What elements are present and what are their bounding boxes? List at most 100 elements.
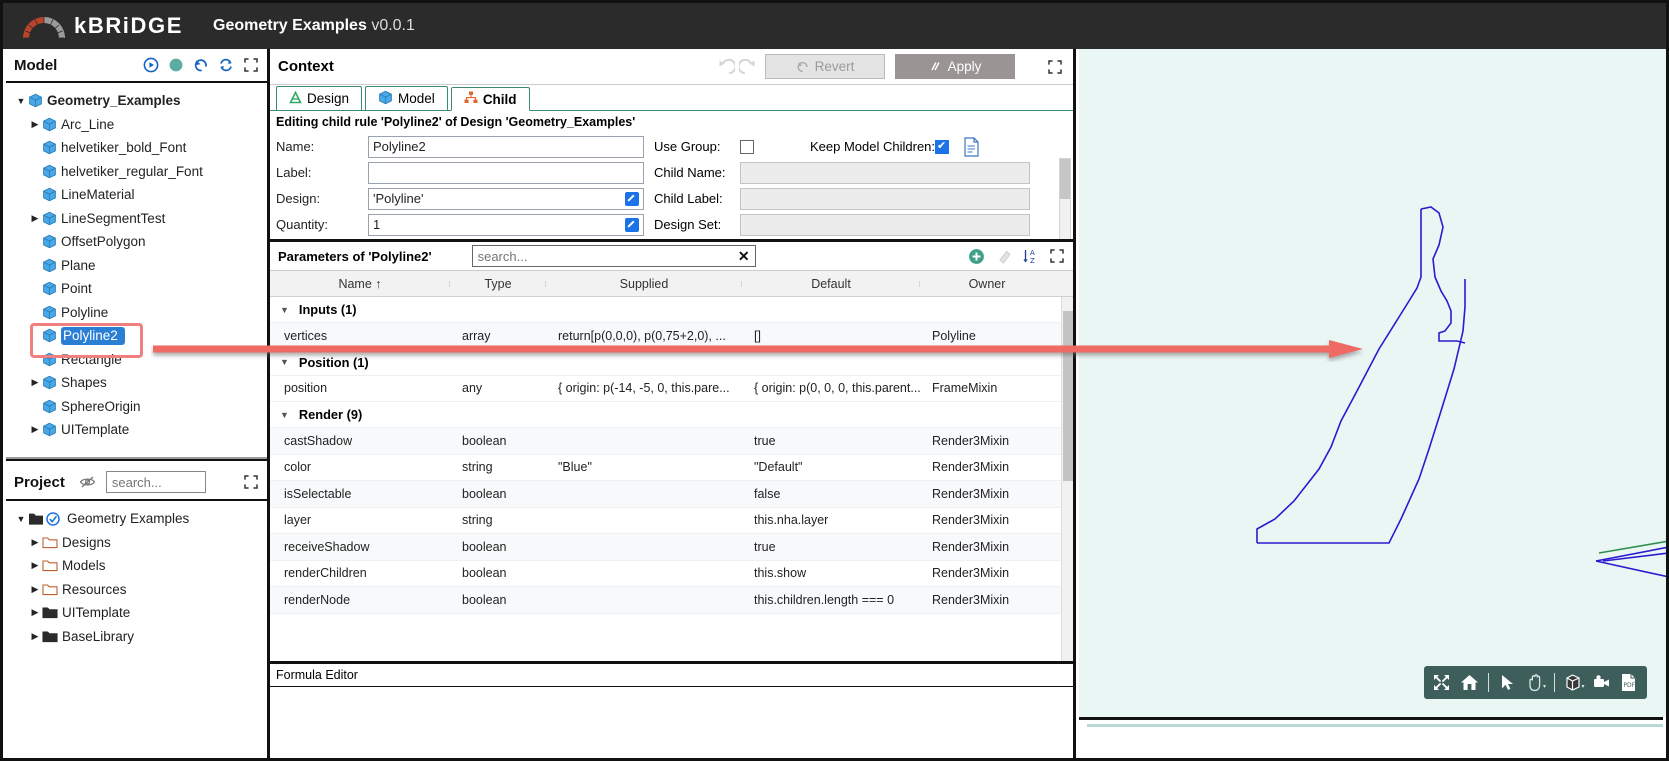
name-input[interactable]: Polyline2 xyxy=(368,135,644,158)
eraser-icon[interactable] xyxy=(995,248,1011,264)
model-tree-item-arc_line[interactable]: ▶ Arc_Line xyxy=(6,113,267,137)
fit-to-screen-icon[interactable] xyxy=(1432,673,1451,692)
form-scrollbar-thumb[interactable] xyxy=(1060,159,1070,199)
table-row[interactable]: layer string this.nha.layer Render3Mixin xyxy=(270,508,1073,534)
use-group-checkbox[interactable] xyxy=(740,139,754,154)
eye-slash-icon[interactable] xyxy=(79,475,96,489)
pan-hand-icon[interactable] xyxy=(1526,673,1546,692)
project-tree-item-label: Designs xyxy=(62,534,111,550)
expand-icon[interactable] xyxy=(243,57,259,73)
cursor-arrow-icon[interactable] xyxy=(1498,673,1517,692)
model-tree-item-shapes[interactable]: ▶ Shapes xyxy=(6,371,267,395)
project-tree-item-resources[interactable]: ▶ Resources xyxy=(6,578,267,602)
model-tree-item-geometry_examples[interactable]: ▼ Geometry_Examples xyxy=(6,89,267,113)
chevron-down-icon[interactable]: ▼ xyxy=(280,410,289,420)
context-tabs[interactable]: Design Model Child xyxy=(270,85,1073,111)
tree-twisty-collapsed[interactable]: ▶ xyxy=(28,213,42,224)
project-tree-item-baselibrary[interactable]: ▶ BaseLibrary xyxy=(6,625,267,649)
table-row[interactable]: isSelectable boolean false Render3Mixin xyxy=(270,481,1073,508)
viewport-toolbar[interactable]: PDF xyxy=(1424,666,1647,699)
apply-button[interactable]: Apply xyxy=(895,54,1015,79)
tab-child[interactable]: Child xyxy=(450,87,530,111)
redo-icon[interactable] xyxy=(737,58,755,75)
model-tree-item-helvetiker_bold_font[interactable]: helvetiker_bold_Font xyxy=(6,136,267,160)
parameters-expand-icon[interactable] xyxy=(1049,248,1065,264)
parameters-search-input[interactable] xyxy=(477,248,738,264)
revert-button[interactable]: Revert xyxy=(765,54,885,79)
model-tree-item-linematerial[interactable]: LineMaterial xyxy=(6,183,267,207)
tree-twisty-expanded[interactable]: ▼ xyxy=(14,514,28,524)
model-tree-item-uitemplate[interactable]: ▶ UITemplate xyxy=(6,418,267,442)
column-header-type[interactable]: Type xyxy=(450,277,546,291)
table-row[interactable]: position any { origin: p(-14, -5, 0, this.… xyxy=(270,376,1073,402)
tree-twisty-collapsed[interactable]: ▶ xyxy=(28,560,42,571)
column-header-owner[interactable]: Owner xyxy=(920,277,1054,291)
cube-view-icon[interactable] xyxy=(1564,673,1585,692)
project-tree-item-models[interactable]: ▶ Models xyxy=(6,554,267,578)
tree-twisty-collapsed[interactable]: ▶ xyxy=(28,119,42,130)
chevron-down-icon[interactable]: ▼ xyxy=(280,305,289,315)
project-search-input[interactable] xyxy=(105,471,206,493)
tree-twisty-collapsed[interactable]: ▶ xyxy=(28,424,42,435)
table-row[interactable]: renderNode boolean this.children.length ==… xyxy=(270,587,1073,614)
play-circle-icon[interactable] xyxy=(143,57,159,73)
child-label-input[interactable] xyxy=(740,187,1030,210)
history-revert-icon[interactable] xyxy=(193,57,209,73)
table-row[interactable]: castShadow boolean true Render3Mixin xyxy=(270,428,1073,455)
parameter-group-header[interactable]: ▼ Render (9) xyxy=(270,402,1073,428)
model-tree[interactable]: ▼ Geometry_Examples ▶ Arc_Line helvetiker_bo… xyxy=(6,83,267,459)
project-tree-item-uitemplate[interactable]: ▶ UITemplate xyxy=(6,601,267,625)
table-row[interactable]: color string "Blue" "Default" Render3Mixin xyxy=(270,455,1073,481)
model-tree-item-polyline[interactable]: Polyline xyxy=(6,301,267,325)
context-expand-icon[interactable] xyxy=(1047,59,1063,75)
sort-az-icon[interactable]: AZ xyxy=(1022,248,1038,265)
model-tree-item-offsetpolygon[interactable]: OffsetPolygon xyxy=(6,230,267,254)
tree-twisty-collapsed[interactable]: ▶ xyxy=(28,537,42,548)
model-tree-item-sphereorigin[interactable]: SphereOrigin xyxy=(6,395,267,419)
record-dot-icon[interactable] xyxy=(168,57,184,73)
design-set-input[interactable] xyxy=(740,213,1030,236)
tree-twisty-expanded[interactable]: ▼ xyxy=(14,96,28,106)
refresh-icon[interactable] xyxy=(218,57,234,73)
param-supplied[interactable]: "Blue" xyxy=(546,460,742,474)
add-circle-icon[interactable] xyxy=(968,248,984,264)
project-tree-item-geometry-examples[interactable]: ▼ Geometry Examples xyxy=(6,507,267,531)
child-name-input[interactable] xyxy=(740,161,1030,184)
pdf-export-icon[interactable]: PDF xyxy=(1620,673,1639,692)
model-tree-item-helvetiker_regular_font[interactable]: helvetiker_regular_Font xyxy=(6,160,267,184)
column-header-supplied[interactable]: Supplied xyxy=(546,277,742,291)
parameters-scrollbar-thumb[interactable] xyxy=(1062,311,1073,481)
tab-model[interactable]: Model xyxy=(365,86,448,110)
3d-viewport[interactable]: PDF xyxy=(1079,49,1666,717)
column-header-name[interactable]: Name ↑ xyxy=(270,277,450,291)
model-tree-item-plane[interactable]: Plane xyxy=(6,254,267,278)
table-row[interactable]: renderChildren boolean this.show Render3Mix… xyxy=(270,561,1073,587)
project-tree-item-designs[interactable]: ▶ Designs xyxy=(6,531,267,555)
model-tree-item-linesegmenttest[interactable]: ▶ LineSegmentTest xyxy=(6,207,267,231)
quantity-input[interactable]: 1 xyxy=(368,213,644,236)
tree-twisty-collapsed[interactable]: ▶ xyxy=(28,631,42,642)
table-row[interactable]: receiveShadow boolean true Render3Mixin xyxy=(270,534,1073,561)
model-tree-item-point[interactable]: Point xyxy=(6,277,267,301)
keep-model-children-checkbox[interactable] xyxy=(935,139,950,154)
document-icon[interactable] xyxy=(963,136,980,157)
project-tree[interactable]: ▼ Geometry Examples ▶ Designs ▶ Models ▶ Resour… xyxy=(6,501,267,648)
project-expand-icon[interactable] xyxy=(243,474,259,490)
x-clear-icon[interactable]: ✕ xyxy=(738,248,750,265)
label-input[interactable] xyxy=(368,161,644,184)
tree-twisty-collapsed[interactable]: ▶ xyxy=(28,584,42,595)
parameter-group-header[interactable]: ▼ Inputs (1) xyxy=(270,297,1073,323)
column-header-default[interactable]: Default xyxy=(742,277,920,291)
tree-twisty-collapsed[interactable]: ▶ xyxy=(28,607,42,618)
tree-twisty-collapsed[interactable]: ▶ xyxy=(28,377,42,388)
child-rule-form: Name: Polyline2 Use Group: Keep Model Ch… xyxy=(270,134,1073,254)
design-input[interactable]: 'Polyline' xyxy=(368,187,644,210)
home-icon[interactable] xyxy=(1460,673,1479,692)
param-supplied[interactable]: { origin: p(-14, -5, 0, this.pare... xyxy=(546,381,742,395)
undo-icon[interactable] xyxy=(713,58,737,75)
camera-icon[interactable] xyxy=(1592,673,1611,692)
tab-design[interactable]: Design xyxy=(276,86,363,110)
design-edit-icon[interactable] xyxy=(625,191,639,206)
parameters-search[interactable]: ✕ xyxy=(471,245,756,267)
quantity-edit-icon[interactable] xyxy=(625,217,639,232)
